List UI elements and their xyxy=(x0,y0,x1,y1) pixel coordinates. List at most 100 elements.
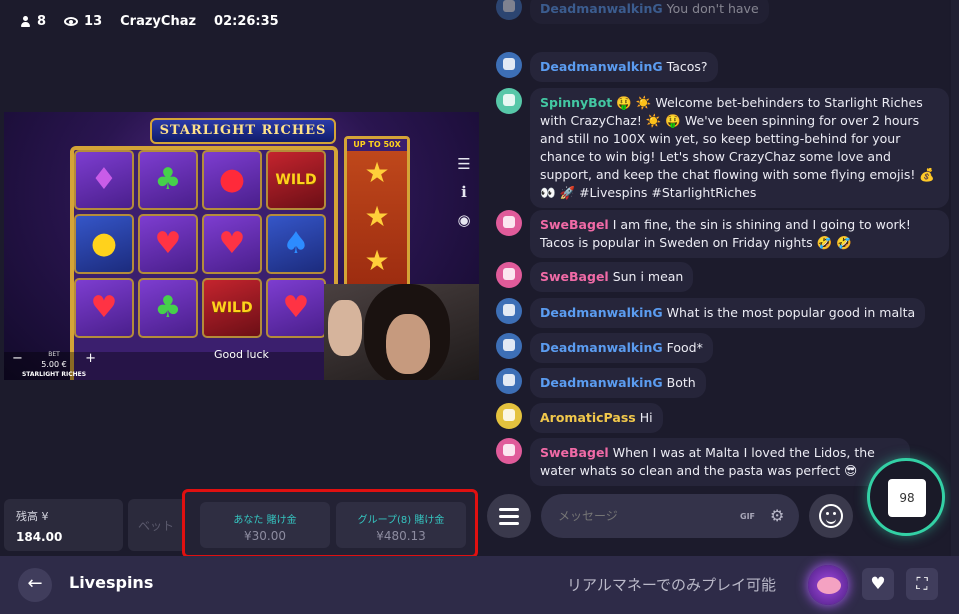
fullscreen-button[interactable]: ⛶ xyxy=(906,568,938,600)
spade-icon: ♠ xyxy=(282,226,310,261)
diamond-icon: ♦ xyxy=(90,162,118,197)
strawberry-icon: ● xyxy=(218,162,246,197)
chat-username[interactable]: SweBagel xyxy=(540,445,609,460)
chat-username[interactable]: DeadmanwalkinG xyxy=(540,340,663,355)
reel-cell: ♣ xyxy=(138,150,198,210)
chat-text: Both xyxy=(666,375,696,390)
bet-increase-button[interactable]: + xyxy=(85,352,96,365)
heart-icon: ♥ xyxy=(154,226,182,261)
game-status-text: Good luck xyxy=(214,348,269,361)
chat-bubble: SpinnyBot 🤑 ☀️ Welcome bet-behinders to S… xyxy=(530,88,949,208)
reel-cell: ♥ xyxy=(266,278,326,338)
chat-username[interactable]: AromaticPass xyxy=(540,410,636,425)
chat-message: DeadmanwalkinG What is the most popular g… xyxy=(496,298,926,328)
chat-message: DeadmanwalkinG Tacos? xyxy=(496,52,718,82)
avatar[interactable] xyxy=(496,438,522,464)
menu-icon[interactable]: ☰ xyxy=(454,150,474,178)
piggy-bank-icon[interactable] xyxy=(808,565,848,605)
chat-bubble: DeadmanwalkinG Both xyxy=(530,368,706,398)
star-icon: ★ xyxy=(364,244,390,277)
game-logo: STARLIGHT RICHES xyxy=(150,118,336,144)
avatar[interactable] xyxy=(496,262,522,288)
chat-username[interactable]: SweBagel xyxy=(540,269,609,284)
chat-username[interactable]: SpinnyBot xyxy=(540,95,612,110)
avatar[interactable] xyxy=(496,88,522,114)
chat-text: Sun i mean xyxy=(612,269,684,284)
coins-icon[interactable]: ◉ xyxy=(454,206,474,234)
chat-message: SweBagel When I was at Malta I loved the … xyxy=(496,438,910,486)
streamer-webcam xyxy=(324,284,479,380)
star-icon: ★ xyxy=(364,156,390,189)
hamburger-icon xyxy=(499,508,519,511)
chat-menu-button[interactable] xyxy=(487,494,531,538)
chat-text: What is the most popular good in malta xyxy=(666,305,916,320)
reel-cell: ♥ xyxy=(74,278,134,338)
heart-icon: ♥ xyxy=(90,290,118,325)
back-button[interactable]: ← xyxy=(18,568,52,602)
reaction-counter-button[interactable]: 98 xyxy=(867,458,945,536)
bet-button[interactable]: ベット xyxy=(128,499,184,551)
group-stake: グループ(8) 賭け金 ¥480.13 xyxy=(336,502,466,548)
your-stake-value: ¥30.00 xyxy=(244,529,286,543)
viewers-stat: 13 xyxy=(64,14,102,29)
avatar[interactable] xyxy=(496,52,522,78)
avatar[interactable] xyxy=(496,210,522,236)
chat-message: AromaticPass Hi xyxy=(496,403,663,433)
reel-cell: ♠ xyxy=(266,214,326,274)
chat-username[interactable]: DeadmanwalkinG xyxy=(540,59,663,74)
gif-button[interactable]: GIF xyxy=(740,512,755,521)
balance-box: 残高 ¥ 184.00 xyxy=(4,499,123,551)
lemon-icon: ● xyxy=(90,226,118,261)
person-icon xyxy=(20,15,31,27)
chat-text: 🤑 ☀️ Welcome bet-behinders to Starlight … xyxy=(540,95,935,200)
your-stake-label: あなた 賭け金 xyxy=(233,515,297,526)
livespins-app: 8 13 CrazyChaz 02:26:35 STARLIGHT RICHES… xyxy=(0,0,959,614)
heart-icon: ♥ xyxy=(282,290,310,325)
reel-grid: ♦ ♣ ● WILD ● ♥ ♥ ♠ ♥ ♣ WILD ♥ xyxy=(74,150,326,338)
slot-game-view[interactable]: STARLIGHT RICHES ♦ ♣ ● WILD ● ♥ ♥ ♠ ♥ ♣ … xyxy=(4,112,479,380)
chat-message: DeadmanwalkinG Both xyxy=(496,368,706,398)
chat-username[interactable]: DeadmanwalkinG xyxy=(540,1,663,16)
chat-bubble: DeadmanwalkinG Tacos? xyxy=(530,52,718,82)
chat-bubble: AromaticPass Hi xyxy=(530,403,663,433)
emoji-button[interactable] xyxy=(809,494,853,538)
brand-name: Livespins xyxy=(69,573,154,592)
info-icon[interactable]: ℹ xyxy=(454,178,474,206)
scrollbar[interactable] xyxy=(951,0,959,556)
favorite-button[interactable]: ♥ xyxy=(862,568,894,600)
chat-panel[interactable]: DeadmanwalkinG You don't have Deadmanwalk… xyxy=(479,0,949,487)
upto-label: UP TO 50X xyxy=(347,139,407,151)
smiley-icon xyxy=(819,504,843,528)
stream-stats-bar: 8 13 CrazyChaz 02:26:35 xyxy=(0,0,479,42)
bet-decrease-button[interactable]: − xyxy=(12,352,23,365)
chat-bubble: DeadmanwalkinG You don't have xyxy=(530,0,769,24)
group-stake-value: ¥480.13 xyxy=(376,529,426,543)
gear-icon[interactable]: ⚙ xyxy=(770,506,784,525)
bet-game-name: STARLIGHT RICHES xyxy=(21,371,87,378)
streamer-name: CrazyChaz xyxy=(120,13,197,29)
eye-icon xyxy=(64,16,79,26)
chat-username[interactable]: DeadmanwalkinG xyxy=(540,305,663,320)
avatar[interactable] xyxy=(496,333,522,359)
real-money-note: リアルマネーでのみプレイ可能 xyxy=(567,576,776,594)
chat-username[interactable]: DeadmanwalkinG xyxy=(540,375,663,390)
avatar[interactable] xyxy=(496,368,522,394)
chat-username[interactable]: SweBagel xyxy=(540,217,609,232)
chat-message: SweBagel Sun i mean xyxy=(496,262,694,292)
chat-bubble: SweBagel Sun i mean xyxy=(530,262,694,292)
message-input[interactable] xyxy=(541,494,799,538)
balance-label: 残高 ¥ xyxy=(16,510,49,523)
chat-message: SweBagel I am fine, the sin is shining an… xyxy=(496,210,949,258)
webcam-face xyxy=(386,314,430,374)
game-bet-control: − BET 5.00 € STARLIGHT RICHES + xyxy=(12,350,96,380)
heart-icon: ♥ xyxy=(218,226,246,261)
players-count: 8 xyxy=(37,13,47,29)
viewers-count: 13 xyxy=(84,13,103,29)
avatar[interactable] xyxy=(496,298,522,324)
avatar[interactable] xyxy=(496,403,522,429)
reel-cell: ♣ xyxy=(138,278,198,338)
chat-bubble: DeadmanwalkinG Food* xyxy=(530,333,713,363)
webcam-hand xyxy=(328,300,362,356)
your-stake: あなた 賭け金 ¥30.00 xyxy=(200,502,330,548)
avatar[interactable] xyxy=(496,0,522,20)
